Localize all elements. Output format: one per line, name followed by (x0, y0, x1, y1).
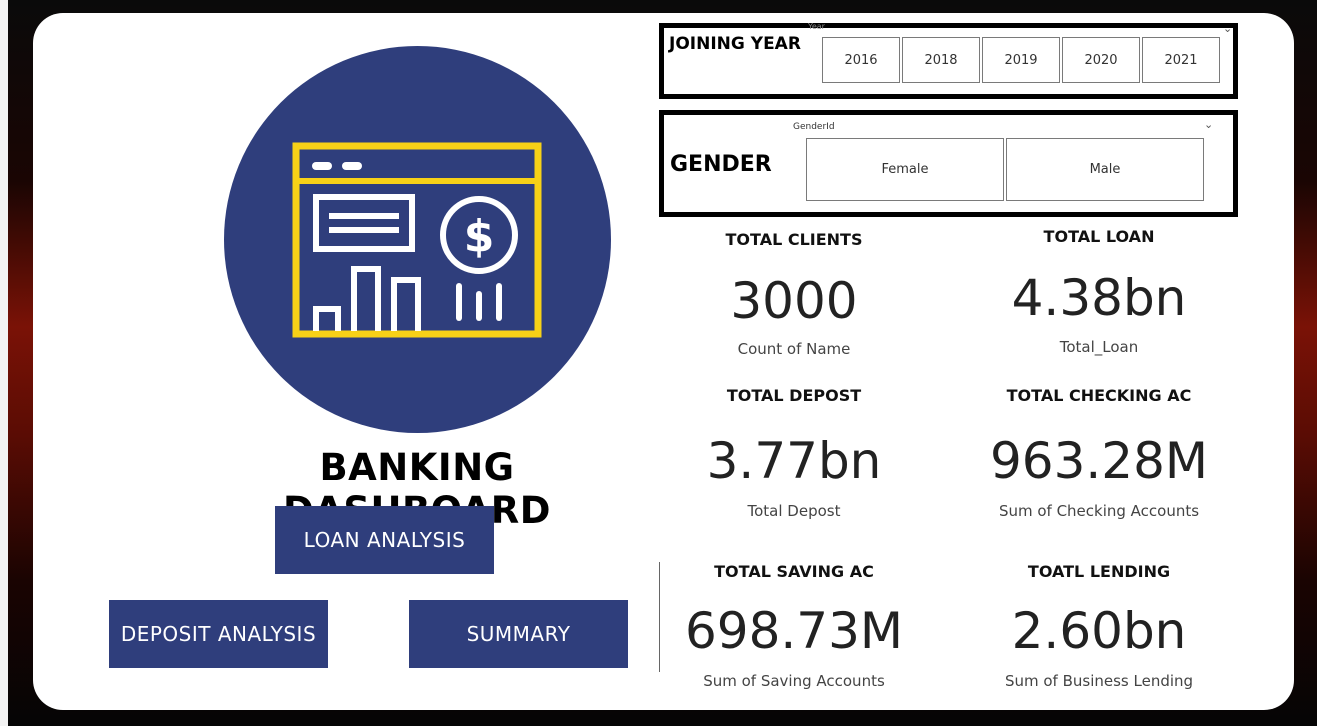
kpi-total-clients: TOTAL CLIENTS 3000 Count of Name (649, 230, 939, 360)
chevron-down-icon[interactable]: ⌄ (1204, 118, 1213, 131)
chevron-down-icon[interactable]: ⌄ (1223, 22, 1232, 35)
kpi-heading: TOATL LENDING (1027, 562, 1171, 581)
loan-analysis-button[interactable]: LOAN ANALYSIS (275, 506, 494, 574)
kpi-heading: TOTAL LOAN (1043, 227, 1155, 246)
kpi-caption: Sum of Checking Accounts (998, 502, 1200, 520)
kpi-heading: TOTAL SAVING AC (714, 562, 874, 581)
year-option-2021[interactable]: 2021 (1142, 37, 1220, 83)
kpi-caption: Total Depost (747, 502, 841, 520)
kpi-value: 3.77bn (706, 432, 882, 490)
kpi-value: 3000 (730, 272, 858, 330)
kpi-heading: TOTAL CLIENTS (725, 230, 863, 249)
joining-year-label: JOINING YEAR (669, 34, 801, 54)
gender-option-female[interactable]: Female (806, 138, 1004, 201)
logo-circle: $ (224, 46, 611, 433)
kpi-heading: TOTAL CHECKING AC (1006, 386, 1192, 405)
year-option-2019[interactable]: 2019 (982, 37, 1060, 83)
kpi-caption: Total_Loan (1059, 338, 1139, 356)
deposit-analysis-button[interactable]: DEPOSIT ANALYSIS (109, 600, 328, 668)
svg-text:$: $ (464, 211, 495, 262)
year-option-2020[interactable]: 2020 (1062, 37, 1140, 83)
gender-option-male[interactable]: Male (1006, 138, 1204, 201)
gender-label: GENDER (670, 152, 772, 177)
kpi-value: 2.60bn (1011, 602, 1187, 660)
kpi-value: 698.73M (684, 602, 904, 660)
year-option-2016[interactable]: 2016 (822, 37, 900, 83)
kpi-value: 963.28M (989, 432, 1209, 490)
kpi-caption: Sum of Business Lending (1004, 672, 1194, 690)
kpi-heading: TOTAL DEPOST (726, 386, 862, 405)
kpi-value: 4.38bn (1011, 269, 1187, 327)
year-field-name: Year (808, 22, 825, 31)
kpi-caption: Count of Name (737, 340, 851, 358)
kpi-caption: Sum of Saving Accounts (703, 672, 885, 690)
window-edge (0, 0, 8, 726)
gender-field-name: GenderId (793, 122, 835, 132)
banking-dashboard-icon: $ (292, 142, 542, 338)
joining-year-slicer: JOINING YEAR Year ⌄ 2016 2018 2019 2020 … (659, 22, 1238, 99)
kpi-total-lending: TOATL LENDING 2.60bn Sum of Business Len… (954, 562, 1244, 692)
kpi-total-loan: TOTAL LOAN 4.38bn Total_Loan (954, 227, 1244, 357)
summary-button[interactable]: SUMMARY (409, 600, 628, 668)
dashboard-canvas: $ BANKING DASHBOARD LOAN ANALYSIS DEPOSI… (33, 13, 1294, 710)
vertical-divider (659, 562, 660, 672)
kpi-total-saving: TOTAL SAVING AC 698.73M Sum of Saving Ac… (649, 562, 939, 692)
kpi-total-deposit: TOTAL DEPOST 3.77bn Total Depost (649, 386, 939, 520)
year-option-2018[interactable]: 2018 (902, 37, 980, 83)
kpi-total-checking: TOTAL CHECKING AC 963.28M Sum of Checkin… (954, 386, 1244, 520)
gender-slicer: GENDER GenderId ⌄ Female Male (659, 110, 1238, 217)
